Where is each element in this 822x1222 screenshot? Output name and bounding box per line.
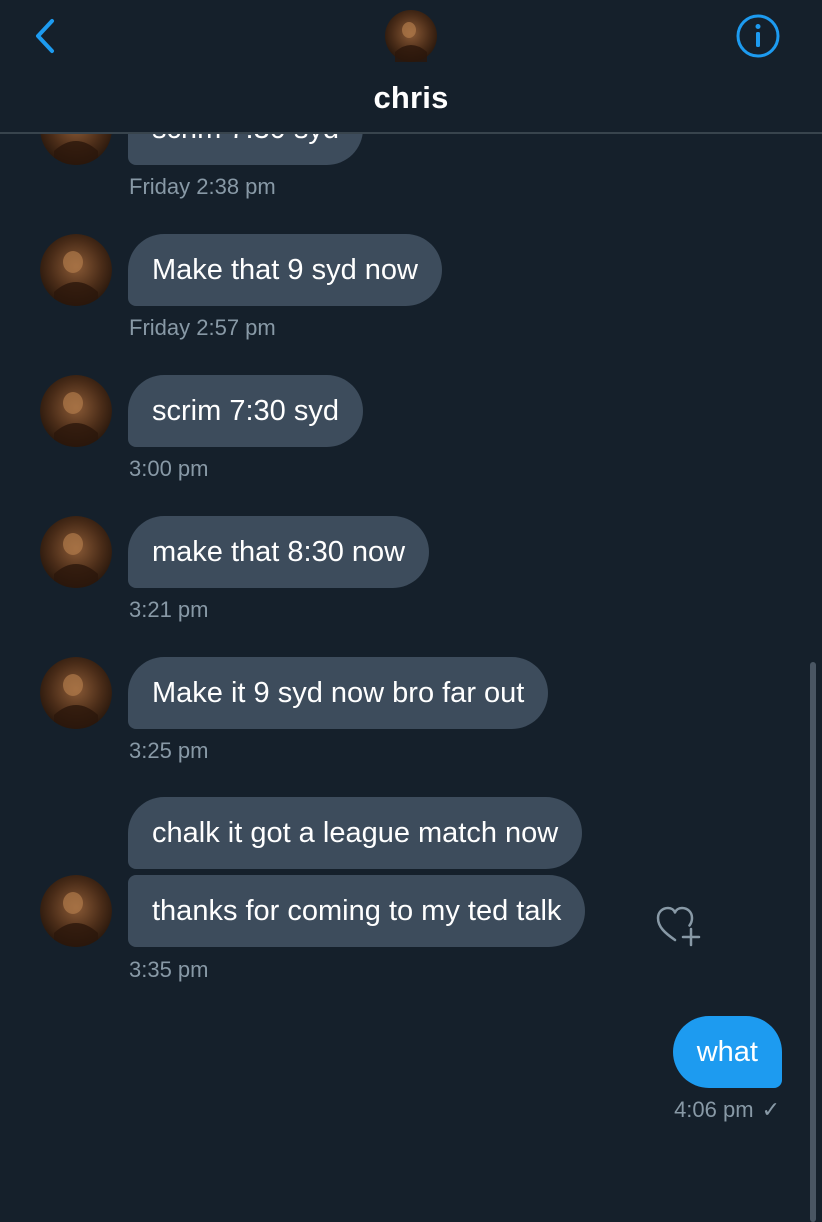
avatar[interactable] — [40, 516, 112, 588]
back-button[interactable] — [30, 16, 66, 56]
message-bubble-outgoing[interactable]: what — [672, 1016, 782, 1088]
conversation-header: chris — [0, 0, 822, 134]
info-icon — [736, 14, 780, 58]
message-timestamp: Friday 2:57 pm — [129, 315, 276, 340]
avatar[interactable] — [40, 875, 112, 947]
page-title: chris — [373, 80, 449, 115]
scrollbar[interactable] — [810, 662, 816, 1222]
message-bubble[interactable]: thanks for coming to my ted talk — [128, 875, 586, 947]
message-timestamp: Friday 2:38 pm — [129, 174, 276, 199]
message-bubble[interactable]: scrim 7:30 syd — [128, 375, 363, 447]
avatar[interactable] — [40, 657, 112, 729]
message-timestamp: 3:35 pm — [129, 957, 209, 982]
heart-plus-icon — [656, 906, 701, 947]
react-button[interactable] — [655, 903, 703, 947]
message-time: 4:06 pm — [674, 1097, 754, 1122]
avatar[interactable] — [40, 234, 112, 306]
avatar[interactable] — [385, 10, 437, 62]
message-timestamp: 3:21 pm — [129, 597, 209, 622]
avatar[interactable] — [40, 375, 112, 447]
message-bubble[interactable]: Make that 9 syd now — [128, 234, 442, 306]
sent-check-icon: ✓ — [761, 1097, 780, 1122]
message-timestamp: 3:25 pm — [129, 738, 209, 763]
chevron-left-icon — [36, 19, 54, 53]
message-bubble[interactable]: Make it 9 syd now bro far out — [128, 657, 549, 729]
message-timestamp-outgoing: 4:06 pm ✓ — [674, 1097, 780, 1123]
message-bubble[interactable]: chalk it got a league match now — [128, 797, 583, 869]
message-timestamp: 3:00 pm — [129, 456, 209, 481]
info-button[interactable] — [734, 12, 782, 60]
message-bubble[interactable]: make that 8:30 now — [128, 516, 430, 588]
